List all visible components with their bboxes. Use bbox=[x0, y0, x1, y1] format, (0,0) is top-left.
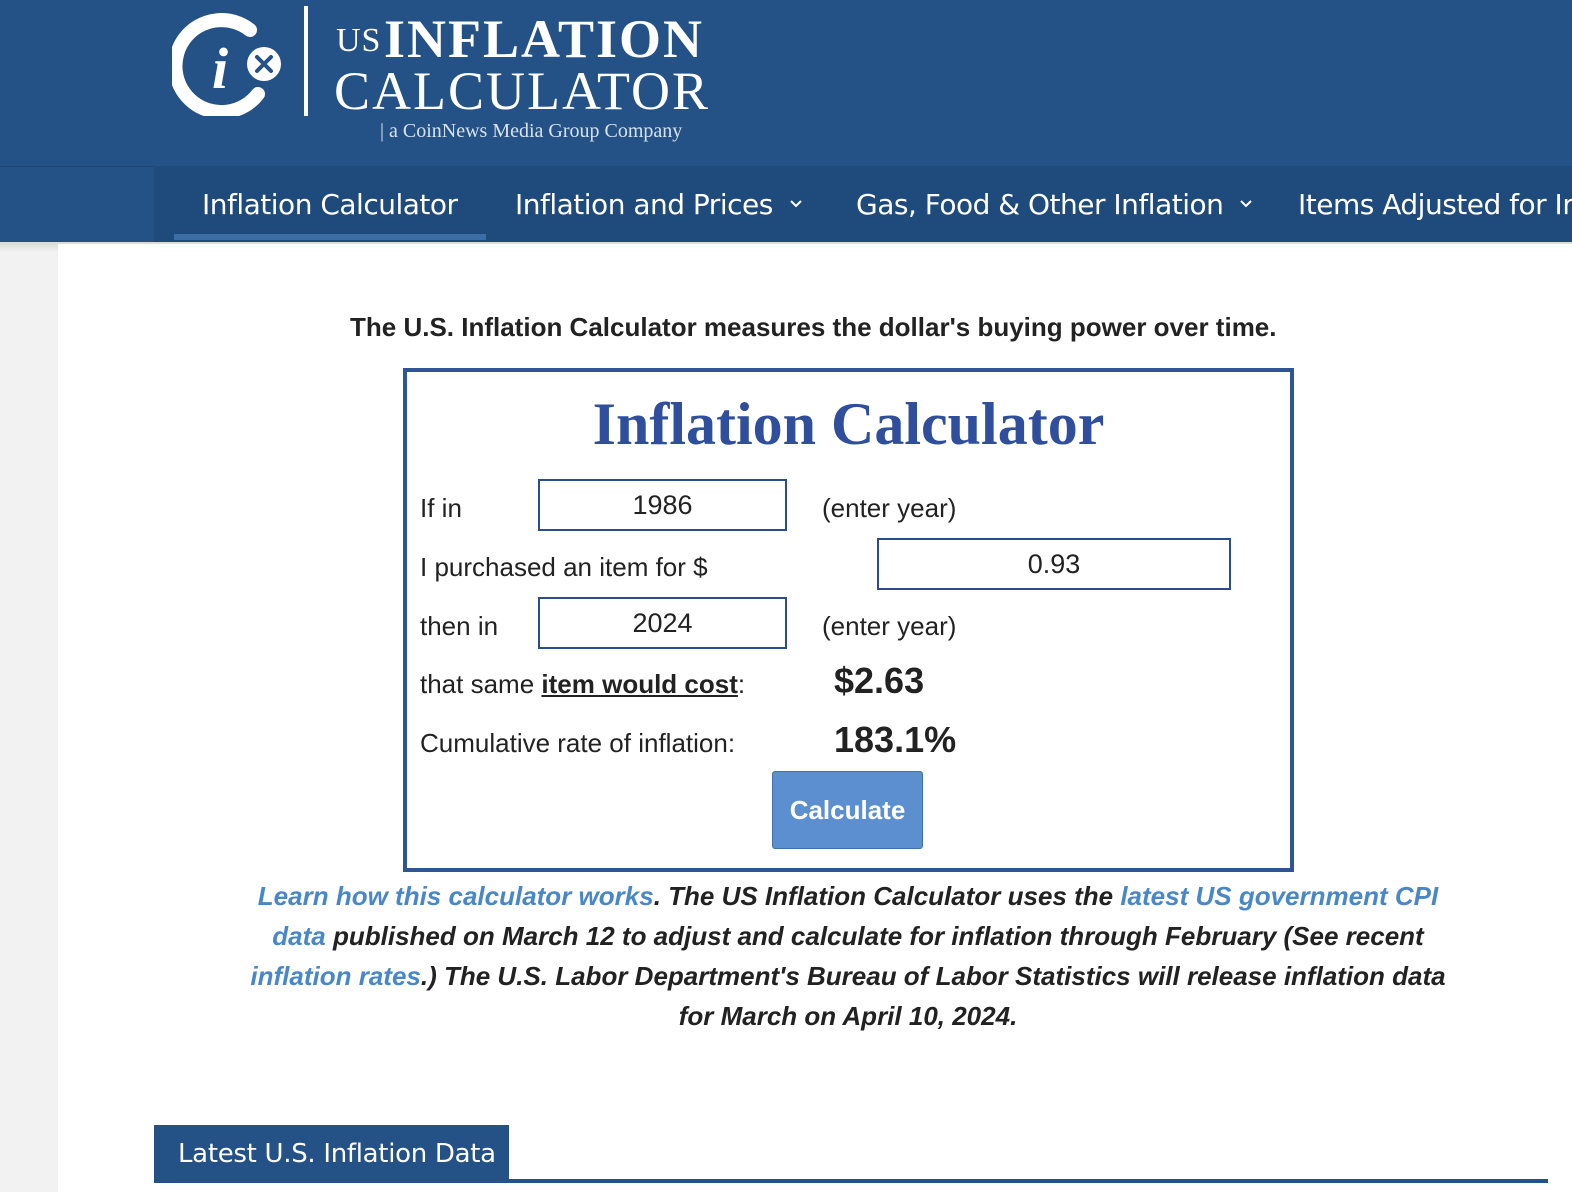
then-in-label: then in bbox=[420, 611, 499, 641]
chevron-down-icon bbox=[1240, 200, 1253, 208]
same-item-prefix: that same bbox=[420, 669, 542, 699]
section-rule bbox=[154, 1179, 1548, 1183]
nav-item-label: Inflation Calculator bbox=[202, 187, 458, 221]
nav-item-inflation-and-prices[interactable]: Inflation and Prices bbox=[515, 166, 803, 242]
amount-input[interactable] bbox=[877, 538, 1231, 590]
nav-item-inflation-calculator[interactable]: Inflation Calculator bbox=[202, 166, 458, 242]
item-would-cost-link[interactable]: item would cost bbox=[541, 669, 737, 699]
latest-inflation-data-tab[interactable]: Latest U.S. Inflation Data bbox=[154, 1125, 509, 1183]
end-year-input[interactable] bbox=[538, 597, 787, 649]
logo-tagline: | a CoinNews Media Group Company bbox=[380, 120, 683, 142]
desc-text-2: published on March 12 to adjust and calc… bbox=[325, 921, 1424, 951]
same-item-label: that same item would cost: bbox=[420, 669, 745, 700]
purchased-label: I purchased an item for $ bbox=[420, 552, 708, 582]
nav-item-label: Gas, Food & Other Inflation bbox=[856, 187, 1224, 221]
chevron-down-icon bbox=[790, 200, 802, 208]
start-year-input[interactable] bbox=[538, 479, 787, 531]
logo-divider bbox=[304, 6, 308, 116]
logo-calculator-text: CALCULATOR bbox=[334, 61, 711, 121]
ci-logo-icon[interactable]: i bbox=[172, 10, 284, 116]
desc-text-3: .) The U.S. Labor Department's Bureau of… bbox=[420, 961, 1446, 1031]
calculator-title: Inflation Calculator bbox=[592, 391, 1105, 457]
desc-text-1: . The US Inflation Calculator uses the bbox=[653, 881, 1121, 911]
inflation-rates-link[interactable]: inflation rates bbox=[250, 961, 420, 991]
nav-item-items-adjusted[interactable]: Items Adjusted for Ir bbox=[1298, 166, 1572, 242]
enter-year-hint: (enter year) bbox=[822, 611, 957, 641]
nav-item-gas-food-other[interactable]: Gas, Food & Other Inflation bbox=[856, 166, 1253, 242]
same-item-suffix: : bbox=[737, 669, 746, 699]
learn-how-link[interactable]: Learn how this calculator works bbox=[258, 881, 654, 911]
cumulative-result: 183.1% bbox=[834, 719, 957, 760]
cost-result: $2.63 bbox=[834, 660, 925, 701]
logo-us-text: US bbox=[336, 22, 382, 59]
nav-item-label: Inflation and Prices bbox=[515, 187, 773, 221]
svg-text:i: i bbox=[212, 36, 228, 101]
enter-year-hint: (enter year) bbox=[822, 493, 957, 523]
calculator-description: Learn how this calculator works. The US … bbox=[232, 876, 1464, 1036]
if-in-label: If in bbox=[420, 493, 462, 523]
cumulative-label: Cumulative rate of inflation: bbox=[420, 728, 736, 758]
nav-item-label: Items Adjusted for Ir bbox=[1298, 187, 1572, 221]
intro-text: The U.S. Inflation Calculator measures t… bbox=[350, 312, 1277, 342]
nav-active-indicator bbox=[174, 234, 486, 240]
site-header: i US INFLATION CALCULATOR | a CoinNews M… bbox=[0, 0, 1572, 166]
calculate-button[interactable]: Calculate bbox=[772, 771, 923, 849]
